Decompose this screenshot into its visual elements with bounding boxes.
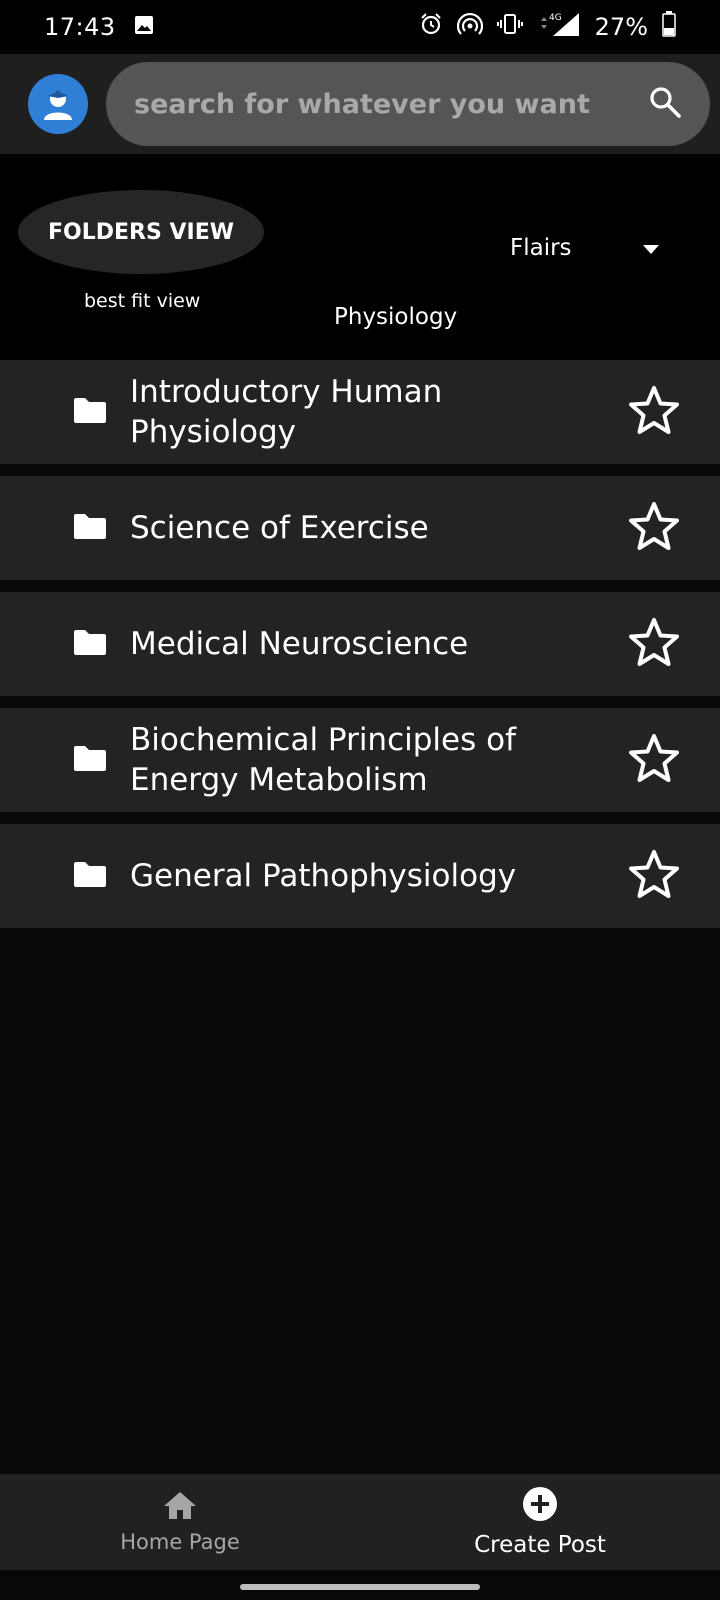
alarm-icon [419,12,443,42]
search-input[interactable] [134,88,640,120]
list-item[interactable]: Medical Neuroscience [0,592,720,696]
nav-home-page[interactable]: Home Page [0,1474,360,1570]
view-controls: FOLDERS VIEW best fit view Flairs Physio… [0,154,720,360]
list-item[interactable]: Introductory Human Physiology [0,360,720,464]
flairs-label: Flairs [510,235,572,261]
home-icon [162,1490,198,1524]
star-icon[interactable] [628,385,680,439]
status-bar: 17:43 4G 27% [0,0,720,54]
nav-create-label: Create Post [474,1532,606,1558]
folder-icon [72,860,110,892]
gesture-navigation-bar[interactable] [240,1584,480,1590]
search-icon[interactable] [648,85,682,123]
folder-name: Introductory Human Physiology [130,374,443,450]
vibrate-icon [496,12,523,42]
network-4g-icon: 4G [537,11,581,43]
nav-home-label: Home Page [120,1530,240,1554]
folder-list: Introductory Human Physiology Science of… [0,360,720,940]
status-time: 17:43 [44,13,116,41]
search-bar[interactable] [106,62,710,146]
folders-view-button[interactable]: FOLDERS VIEW [18,190,264,274]
selected-flair: Physiology [334,304,458,330]
battery-icon [662,11,676,43]
flairs-dropdown[interactable]: Flairs [510,228,660,268]
folder-icon [72,628,110,660]
top-bar [0,54,720,154]
bottom-navigation: Home Page Create Post [0,1474,720,1570]
list-item[interactable]: General Pathophysiology [0,824,720,928]
folder-icon [72,396,110,428]
status-icons: 4G 27% [419,11,676,43]
nav-create-post[interactable]: Create Post [360,1474,720,1570]
user-avatar-icon[interactable] [28,74,88,134]
folder-name: Medical Neuroscience [130,626,469,662]
hotspot-icon [456,12,483,42]
folder-icon [72,744,110,776]
best-fit-view-toggle[interactable]: best fit view [84,290,200,312]
star-icon[interactable] [628,617,680,671]
battery-percent: 27% [594,13,648,41]
list-item[interactable]: Biochemical Principles of Energy Metabol… [0,708,720,812]
star-icon[interactable] [628,501,680,555]
add-circle-icon [522,1486,558,1526]
list-item[interactable]: Science of Exercise [0,476,720,580]
folder-name: General Pathophysiology [130,858,517,894]
image-icon [134,13,154,41]
folder-icon [72,512,110,544]
star-icon[interactable] [628,733,680,787]
svg-text:4G: 4G [549,13,562,23]
caret-down-icon [642,235,660,261]
folder-name: Science of Exercise [130,510,429,546]
folder-name: Biochemical Principles of Energy Metabol… [130,722,516,798]
star-icon[interactable] [628,849,680,903]
